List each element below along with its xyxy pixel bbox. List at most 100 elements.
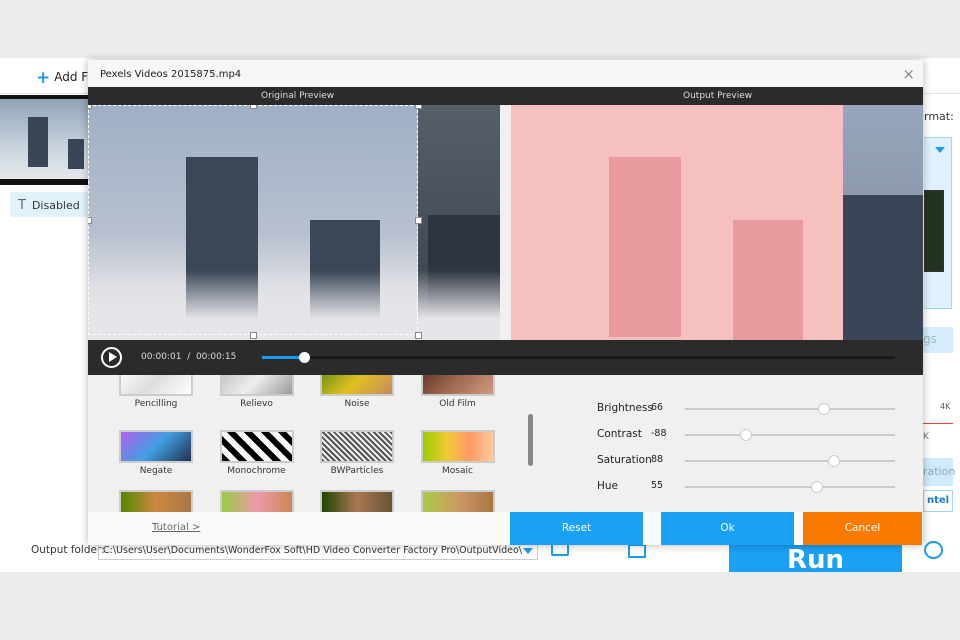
effect-thumbnail bbox=[119, 490, 193, 512]
adjust-brightness: Brightness 66 bbox=[597, 402, 663, 414]
playback-bar: 00:00:01 / 00:00:15 bbox=[88, 340, 923, 375]
seek-handle[interactable] bbox=[299, 352, 311, 363]
effects-grid: Pencilling Relievo Noise Old Film Negate Mono… bbox=[88, 375, 528, 512]
effect-item[interactable]: Relievo bbox=[219, 375, 294, 409]
add-files-button[interactable]: + Add Fi bbox=[36, 68, 91, 88]
effect-label: BWParticles bbox=[330, 466, 384, 476]
effect-thumbnail bbox=[219, 375, 294, 396]
output-format-label: rmat: bbox=[924, 110, 954, 123]
hardware-acceleration-button[interactable]: ration bbox=[923, 458, 955, 486]
total-time: 00:00:15 bbox=[195, 352, 237, 362]
effect-thumbnail bbox=[320, 490, 394, 512]
effect-thumbnail bbox=[320, 430, 394, 463]
effect-label: Monochrome bbox=[227, 466, 286, 476]
dropdown-icon[interactable] bbox=[523, 548, 533, 554]
effect-thumbnail bbox=[119, 375, 193, 396]
quality-4k-label: 4K bbox=[940, 402, 951, 411]
adjust-value: 55 bbox=[651, 480, 664, 491]
run-label: Run bbox=[786, 545, 845, 572]
current-time: 00:00:01 bbox=[141, 352, 182, 362]
output-folder-label: Output folder: bbox=[31, 544, 105, 556]
chevron-down-icon bbox=[935, 147, 945, 153]
seek-track[interactable] bbox=[262, 356, 895, 359]
adjust-label: Brightness bbox=[597, 402, 653, 414]
effect-thumbnail bbox=[219, 430, 294, 463]
subtitle-disabled-button[interactable]: T Disabled bbox=[10, 192, 88, 217]
effect-item[interactable]: Old Film bbox=[420, 375, 495, 409]
settings-button[interactable]: gs bbox=[923, 327, 953, 353]
effect-label: Pencilling bbox=[134, 399, 178, 409]
effect-label: Old Film bbox=[439, 399, 476, 409]
video-merge-icon[interactable] bbox=[628, 544, 646, 558]
crop-selection[interactable] bbox=[88, 105, 422, 339]
saturation-slider[interactable] bbox=[685, 455, 895, 467]
effect-label: Relievo bbox=[240, 399, 273, 409]
play-icon[interactable] bbox=[101, 347, 122, 368]
adjust-contrast: Contrast -88 bbox=[597, 428, 667, 440]
effect-thumbnail bbox=[119, 430, 193, 463]
preview-header: Original Preview Output Preview bbox=[88, 87, 923, 105]
adjust-label: Saturation bbox=[597, 454, 652, 466]
slider-handle[interactable] bbox=[828, 455, 841, 467]
slider-handle[interactable] bbox=[811, 481, 824, 493]
brightness-slider[interactable] bbox=[685, 403, 895, 415]
output-preview-label: Output Preview bbox=[683, 91, 753, 101]
effect-item[interactable]: Negate bbox=[119, 430, 193, 476]
original-preview-label: Original Preview bbox=[261, 91, 335, 101]
effect-thumbnail bbox=[420, 490, 495, 512]
alarm-clock-icon[interactable] bbox=[924, 541, 943, 559]
adjust-hue: Hue 55 bbox=[597, 480, 663, 492]
effects-scrollbar[interactable] bbox=[528, 414, 533, 466]
format-image bbox=[924, 190, 944, 272]
effect-thumbnail bbox=[420, 430, 495, 463]
run-button[interactable]: Run bbox=[729, 545, 902, 572]
ok-button[interactable]: Ok bbox=[661, 512, 794, 545]
format-selector[interactable] bbox=[924, 137, 952, 309]
effect-item[interactable]: Monochrome bbox=[219, 430, 294, 476]
seek-progress bbox=[262, 356, 305, 359]
time-separator: / bbox=[187, 352, 191, 362]
adjust-saturation: Saturation 88 bbox=[597, 454, 663, 466]
effect-item[interactable] bbox=[320, 490, 394, 512]
effect-item[interactable]: BWParticles bbox=[320, 430, 394, 476]
quality-slider[interactable] bbox=[923, 423, 953, 424]
dialog-title: Pexels Videos 2015875.mp4 bbox=[88, 60, 923, 87]
tutorial-link[interactable]: Tutorial > bbox=[152, 522, 200, 533]
effect-item[interactable] bbox=[219, 490, 294, 512]
effect-item[interactable]: Pencilling bbox=[119, 375, 193, 409]
subtitle-label: Disabled bbox=[31, 199, 80, 212]
effect-label: Mosaic bbox=[442, 466, 473, 476]
adjust-value: -88 bbox=[651, 428, 667, 439]
effect-thumbnail bbox=[320, 375, 394, 396]
contrast-slider[interactable] bbox=[685, 429, 895, 441]
intel-button[interactable]: ntel bbox=[923, 490, 953, 512]
original-preview[interactable] bbox=[88, 105, 500, 340]
slider-handle[interactable] bbox=[817, 403, 830, 415]
effect-item[interactable] bbox=[420, 490, 495, 512]
effects-dialog: Pexels Videos 2015875.mp4 × Original Pre… bbox=[88, 60, 923, 545]
effect-label: Negate bbox=[139, 466, 173, 476]
text-icon: T bbox=[18, 198, 26, 213]
quality-sub-label: K bbox=[923, 432, 929, 442]
adjust-value: 88 bbox=[651, 454, 664, 465]
adjust-value: 66 bbox=[651, 402, 664, 413]
dialog-footer: Tutorial > Reset Ok Cancel bbox=[88, 512, 923, 545]
effect-label: Noise bbox=[344, 399, 370, 409]
plus-icon: + bbox=[36, 68, 51, 88]
adjust-label: Contrast bbox=[597, 428, 642, 440]
slider-handle[interactable] bbox=[739, 429, 752, 441]
hue-slider[interactable] bbox=[685, 481, 895, 493]
add-files-label: Add Fi bbox=[54, 70, 91, 84]
effect-item[interactable] bbox=[119, 490, 193, 512]
effect-item[interactable]: Noise bbox=[320, 375, 394, 409]
time-display: 00:00:01 / 00:00:15 bbox=[141, 352, 236, 362]
adjust-label: Hue bbox=[597, 480, 619, 492]
effect-item[interactable]: Mosaic bbox=[420, 430, 495, 476]
reset-button[interactable]: Reset bbox=[510, 512, 643, 545]
close-icon[interactable]: × bbox=[902, 65, 915, 83]
output-folder-value: C:\Users\User\Documents\WonderFox Soft\H… bbox=[103, 545, 523, 556]
video-thumbnail[interactable] bbox=[0, 95, 88, 185]
effect-thumbnail bbox=[219, 490, 294, 512]
output-preview bbox=[511, 105, 923, 340]
cancel-button[interactable]: Cancel bbox=[803, 512, 922, 545]
